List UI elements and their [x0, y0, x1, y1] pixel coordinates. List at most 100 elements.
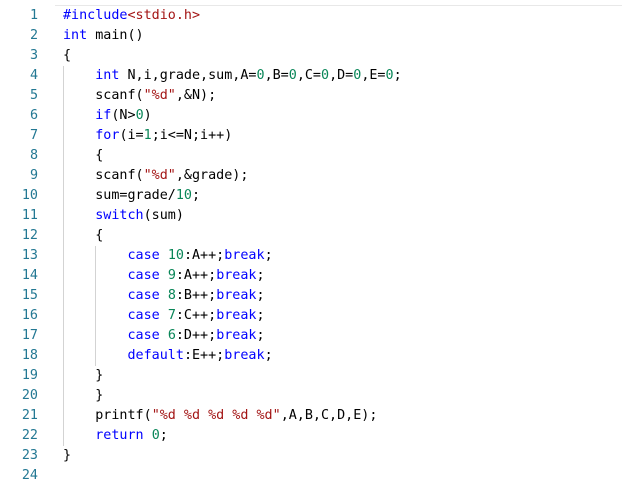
- code-token: ;: [159, 428, 168, 443]
- code-token: :D++;: [175, 328, 217, 343]
- line-code[interactable]: }: [63, 386, 103, 406]
- code-token: int: [95, 68, 120, 83]
- code-token: {: [63, 228, 104, 243]
- code-line[interactable]: 7 for(i=1;i<=N;i++): [0, 126, 622, 146]
- line-code[interactable]: default:E++;break;: [63, 346, 273, 366]
- code-token: 0: [288, 68, 297, 83]
- line-number: 10: [21, 188, 38, 203]
- code-token: break: [216, 268, 257, 283]
- code-line[interactable]: 24: [0, 466, 622, 486]
- code-line[interactable]: 14 case 9:A++;break;: [0, 266, 622, 286]
- line-code[interactable]: {: [63, 226, 103, 246]
- code-line[interactable]: 8 {: [0, 146, 622, 166]
- code-token: 6: [167, 328, 176, 343]
- code-line[interactable]: 5 scanf("%d",&N);: [0, 86, 622, 106]
- code-token: main(): [87, 28, 144, 43]
- line-code[interactable]: }: [63, 366, 103, 386]
- code-token: break: [224, 348, 265, 363]
- line-number: 16: [21, 308, 38, 323]
- line-code[interactable]: scanf("%d",&grade);: [63, 166, 248, 186]
- code-token: ,C=: [296, 68, 321, 83]
- code-token: }: [63, 448, 72, 463]
- code-editor[interactable]: 1 #include<stdio.h> 2 int main() 3{4 int N,i…: [0, 0, 622, 492]
- line-code[interactable]: return 0;: [63, 426, 168, 446]
- line-number: 20: [21, 388, 38, 403]
- code-line[interactable]: 22 return 0;: [0, 426, 622, 446]
- code-token: ,E=: [361, 68, 386, 83]
- code-line[interactable]: 3{: [0, 46, 622, 66]
- code-token: ,A,B,C,D,E);: [280, 408, 378, 423]
- line-code[interactable]: switch(sum): [63, 206, 184, 226]
- line-number: 8: [29, 148, 38, 163]
- line-code[interactable]: case 8:B++;break;: [63, 286, 265, 306]
- code-token: {: [63, 148, 104, 163]
- code-line[interactable]: 23}: [0, 446, 622, 466]
- line-number: 22: [21, 428, 38, 443]
- code-token: ;: [264, 248, 273, 263]
- line-code[interactable]: #include<stdio.h>: [63, 6, 200, 26]
- code-line[interactable]: 20 }: [0, 386, 622, 406]
- code-token: break: [216, 308, 257, 323]
- code-token: 0: [151, 428, 160, 443]
- line-code[interactable]: }: [63, 446, 71, 466]
- line-code[interactable]: printf("%d %d %d %d %d",A,B,C,D,E);: [63, 406, 377, 426]
- code-line[interactable]: 17 case 6:D++;break;: [0, 326, 622, 346]
- code-token: }: [63, 368, 104, 383]
- code-line[interactable]: 4 int N,i,grade,sum,A=0,B=0,C=0,D=0,E=0;: [0, 66, 622, 86]
- code-token: switch: [95, 208, 144, 223]
- code-token: break: [216, 328, 257, 343]
- line-code[interactable]: {: [63, 146, 103, 166]
- code-line[interactable]: 12 {: [0, 226, 622, 246]
- code-token: ;: [393, 68, 402, 83]
- code-token: {: [63, 48, 72, 63]
- line-number: 3: [29, 48, 38, 63]
- code-line[interactable]: 6 if(N>0): [0, 106, 622, 126]
- line-code[interactable]: case 9:A++;break;: [63, 266, 265, 286]
- line-number: 15: [21, 288, 38, 303]
- code-line[interactable]: 1 #include<stdio.h>: [0, 6, 622, 26]
- code-line[interactable]: 13 case 10:A++;break;: [0, 246, 622, 266]
- line-code[interactable]: for(i=1;i<=N;i++): [63, 126, 232, 146]
- line-code[interactable]: {: [63, 46, 71, 66]
- code-token: "%d": [143, 168, 176, 183]
- code-token: 0: [135, 108, 144, 123]
- code-token: ;: [256, 288, 265, 303]
- code-token: ;i<=N;i++): [151, 128, 233, 143]
- line-code[interactable]: case 7:C++;break;: [63, 306, 265, 326]
- line-number: 4: [29, 68, 38, 83]
- code-line[interactable]: 18 default:E++;break;: [0, 346, 622, 366]
- code-line[interactable]: 11 switch(sum): [0, 206, 622, 226]
- code-line[interactable]: 16 case 7:C++;break;: [0, 306, 622, 326]
- code-token: case: [127, 268, 160, 283]
- code-token: printf(: [63, 408, 152, 423]
- code-token: 0: [385, 68, 394, 83]
- code-token: 0: [321, 68, 330, 83]
- code-token: ,D=: [329, 68, 354, 83]
- code-token: 1: [143, 128, 152, 143]
- code-line[interactable]: 10 sum=grade/10;: [0, 186, 622, 206]
- code-line[interactable]: 2 int main(): [0, 26, 622, 46]
- line-number: 9: [29, 168, 38, 183]
- line-code[interactable]: case 6:D++;break;: [63, 326, 265, 346]
- code-token: break: [216, 288, 257, 303]
- code-token: :C++;: [175, 308, 217, 323]
- line-code[interactable]: if(N>0): [63, 106, 151, 126]
- code-line[interactable]: 9 scanf("%d",&grade);: [0, 166, 622, 186]
- code-line[interactable]: 15 case 8:B++;break;: [0, 286, 622, 306]
- code-line[interactable]: 21 printf("%d %d %d %d %d",A,B,C,D,E);: [0, 406, 622, 426]
- line-code[interactable]: int main(): [63, 26, 144, 46]
- line-code[interactable]: scanf("%d",&N);: [63, 86, 216, 106]
- line-code[interactable]: sum=grade/10;: [63, 186, 200, 206]
- line-number: 24: [21, 468, 38, 483]
- line-code[interactable]: case 10:A++;break;: [63, 246, 273, 266]
- line-number: 19: [21, 368, 38, 383]
- line-code[interactable]: int N,i,grade,sum,A=0,B=0,C=0,D=0,E=0;: [63, 66, 402, 86]
- code-line[interactable]: 19 }: [0, 366, 622, 386]
